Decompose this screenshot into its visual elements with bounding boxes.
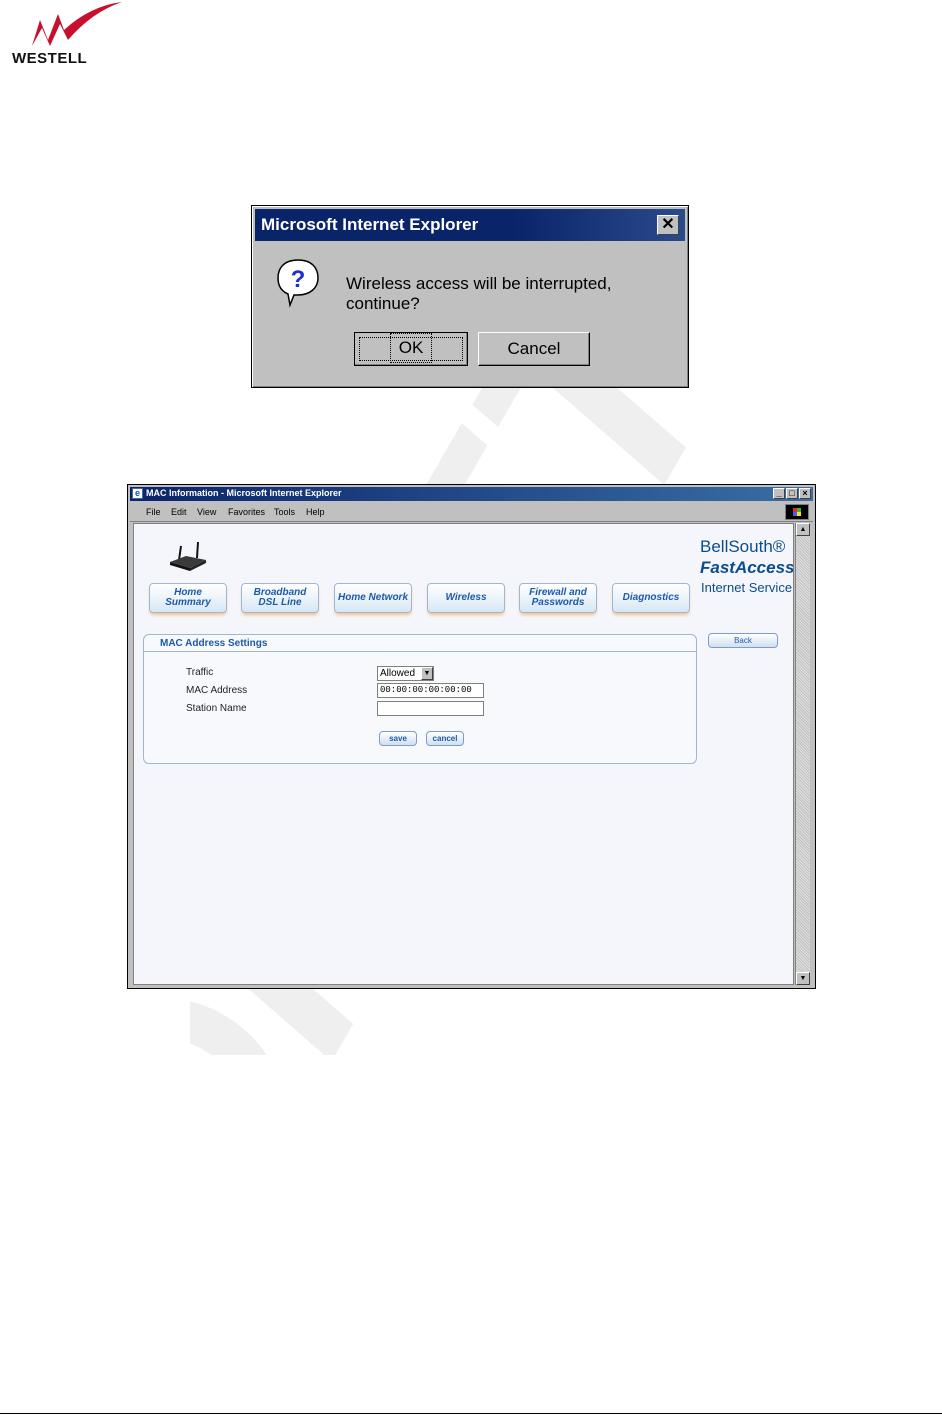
panel-title: MAC Address Settings <box>160 638 268 649</box>
menu-edit[interactable]: Edit <box>171 507 187 517</box>
tab-broadband-dsl-line[interactable]: Broadband DSL Line <box>241 583 319 613</box>
tab-firewall-and-passwords[interactable]: Firewall and Passwords <box>519 583 597 613</box>
minimize-button[interactable]: _ <box>773 488 785 499</box>
page-content: Home Summary Broadband DSL Line Home Net… <box>133 523 794 985</box>
westell-swoosh-icon <box>32 2 122 46</box>
browser-title-bar[interactable]: e MAC Information - Microsoft Internet E… <box>130 487 813 501</box>
svg-text:?: ? <box>291 266 306 293</box>
router-icon <box>170 541 206 571</box>
panel-header: MAC Address Settings <box>144 635 696 652</box>
ok-button[interactable]: OK <box>354 332 468 366</box>
traffic-value: Allowed <box>380 668 416 679</box>
mac-address-input[interactable]: 00:00:00:00:00:00 <box>377 683 484 698</box>
tab-diagnostics[interactable]: Diagnostics <box>612 583 690 613</box>
browser-window: e MAC Information - Microsoft Internet E… <box>127 484 816 989</box>
save-button[interactable]: save <box>379 731 417 746</box>
dialog-title: Microsoft Internet Explorer <box>261 215 479 234</box>
menu-tools[interactable]: Tools <box>274 507 295 517</box>
ie-page-icon: e <box>132 488 143 499</box>
menu-view[interactable]: View <box>197 507 216 517</box>
tab-home-summary[interactable]: Home Summary <box>149 583 227 613</box>
station-name-label: Station Name <box>186 703 247 714</box>
panel-cancel-button[interactable]: cancel <box>426 731 464 746</box>
maximize-button[interactable]: □ <box>786 488 798 499</box>
scroll-up-arrow-icon[interactable]: ▲ <box>796 523 810 536</box>
menu-help[interactable]: Help <box>306 507 325 517</box>
brand-fastaccess: FastAccess® <box>700 558 794 577</box>
tab-wireless[interactable]: Wireless <box>427 583 505 613</box>
ok-label: OK <box>389 333 433 363</box>
question-icon: ? <box>277 259 319 308</box>
tab-home-network[interactable]: Home Network <box>334 583 412 613</box>
scroll-down-arrow-icon[interactable]: ▼ <box>796 972 810 985</box>
traffic-select[interactable]: Allowed ▼ <box>377 666 434 681</box>
dialog-title-bar[interactable]: Microsoft Internet Explorer ✕ <box>255 209 685 241</box>
brand-bellsouth: BellSouth® <box>700 537 786 556</box>
dialog-close-button[interactable]: ✕ <box>657 215 679 235</box>
page-footer-rule <box>0 1413 942 1414</box>
logo-wordmark: WESTELL <box>12 50 88 67</box>
back-button[interactable]: Back <box>708 633 778 648</box>
dialog-message: Wireless access will be interrupted, con… <box>346 274 612 313</box>
station-name-input[interactable] <box>377 701 484 716</box>
mac-address-label: MAC Address <box>186 685 248 696</box>
traffic-label: Traffic <box>186 667 214 678</box>
menu-favorites[interactable]: Favorites <box>228 507 265 517</box>
chevron-down-icon[interactable]: ▼ <box>421 667 433 680</box>
windows-logo-icon <box>785 504 809 520</box>
cancel-button[interactable]: Cancel <box>478 332 590 366</box>
browser-title: MAC Information - Microsoft Internet Exp… <box>146 488 342 498</box>
westell-logo: WESTELL <box>10 0 140 70</box>
menu-file[interactable]: File <box>146 507 161 517</box>
vertical-scrollbar[interactable]: ▲ ▼ <box>795 523 810 985</box>
mac-address-settings-panel: MAC Address Settings Traffic Allowed ▼ M… <box>143 634 697 764</box>
close-button[interactable]: × <box>799 488 811 499</box>
confirm-dialog: Microsoft Internet Explorer ✕ ? Wireless… <box>251 205 689 388</box>
brand-internet-service: Internet Service <box>701 580 793 595</box>
menu-bar: File Edit View Favorites Tools Help <box>130 503 813 522</box>
